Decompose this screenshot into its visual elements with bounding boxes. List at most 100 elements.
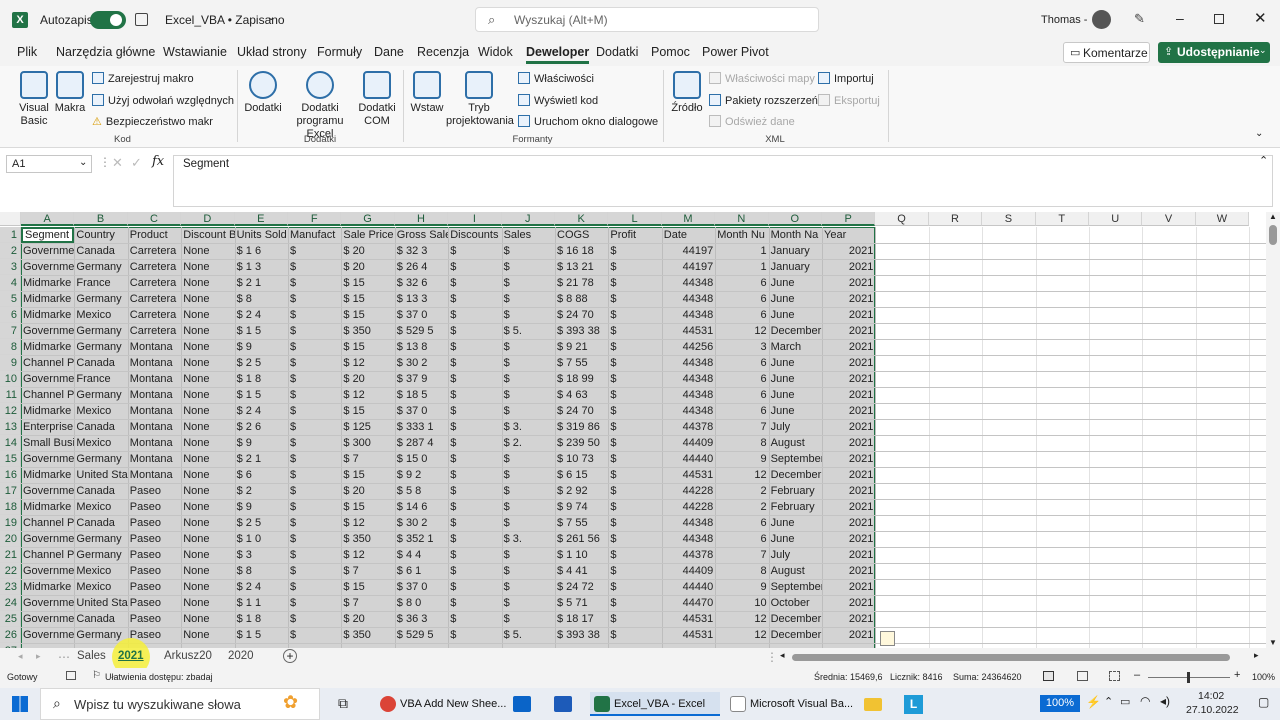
header-cell[interactable]: Month Nu bbox=[715, 227, 768, 243]
data-cell[interactable]: 44348 bbox=[662, 291, 715, 307]
data-cell[interactable]: 2021 bbox=[822, 451, 875, 467]
data-cell[interactable]: France bbox=[74, 371, 127, 387]
share-button[interactable]: ⇪ Udostępnianie ⌄ bbox=[1158, 42, 1270, 63]
data-cell[interactable]: Carretera bbox=[128, 243, 181, 259]
data-cell[interactable]: Montana bbox=[128, 371, 181, 387]
network-icon[interactable]: ▭ bbox=[1120, 695, 1130, 708]
data-cell[interactable]: None bbox=[181, 339, 234, 355]
data-cell[interactable]: $ bbox=[288, 435, 341, 451]
outlook-icon[interactable] bbox=[513, 696, 531, 712]
page-layout-icon[interactable] bbox=[1077, 671, 1088, 681]
header-cell[interactable]: Discount B bbox=[181, 227, 234, 243]
data-cell[interactable]: Germany bbox=[74, 451, 127, 467]
menu-pomoc[interactable]: Pomoc bbox=[651, 45, 690, 59]
menu-dodatki[interactable]: Dodatki bbox=[596, 45, 638, 59]
column-header[interactable]: I bbox=[448, 212, 502, 226]
data-cell[interactable]: $ 7 55 bbox=[555, 355, 608, 371]
data-cell[interactable]: $ bbox=[288, 595, 341, 611]
header-cell[interactable]: Discounts bbox=[448, 227, 501, 243]
data-cell[interactable]: $ 2. bbox=[502, 435, 555, 451]
data-cell[interactable]: Midmarke bbox=[21, 339, 74, 355]
data-cell[interactable]: $ 3. bbox=[502, 419, 555, 435]
row-header[interactable]: 11 bbox=[0, 387, 21, 403]
run-dialog-button[interactable]: Uruchom okno dialogowe bbox=[518, 115, 658, 128]
data-cell[interactable]: $ bbox=[608, 259, 661, 275]
save-icon[interactable] bbox=[135, 13, 148, 26]
row-header[interactable]: 23 bbox=[0, 579, 21, 595]
sum-value[interactable]: Suma: 24364620 bbox=[953, 672, 1022, 682]
data-cell[interactable]: $ bbox=[288, 387, 341, 403]
data-cell[interactable]: June bbox=[769, 307, 822, 323]
vertical-scrollbar[interactable]: ▲ ▼ bbox=[1266, 212, 1280, 648]
data-cell[interactable]: 12 bbox=[715, 467, 768, 483]
data-cell[interactable]: $ bbox=[288, 515, 341, 531]
data-cell[interactable]: 2021 bbox=[822, 275, 875, 291]
data-cell[interactable]: $ 15 bbox=[341, 275, 394, 291]
row-header[interactable]: 10 bbox=[0, 371, 21, 387]
data-cell[interactable]: $ 8 bbox=[235, 291, 288, 307]
average-value[interactable]: Średnia: 15469,6 bbox=[814, 672, 883, 682]
data-cell[interactable]: 44440 bbox=[662, 579, 715, 595]
data-cell[interactable]: 44378 bbox=[662, 547, 715, 563]
zoom-thumb[interactable] bbox=[1187, 672, 1190, 683]
record-macro-button[interactable]: Zarejestruj makro bbox=[92, 72, 194, 85]
data-cell[interactable]: $ 333 1 bbox=[395, 419, 448, 435]
data-cell[interactable]: Channel Pa bbox=[21, 355, 74, 371]
data-cell[interactable]: $ bbox=[502, 499, 555, 515]
data-cell[interactable]: $ 3 bbox=[235, 547, 288, 563]
data-cell[interactable]: $ bbox=[288, 323, 341, 339]
data-cell[interactable]: $ 7 bbox=[341, 451, 394, 467]
data-cell[interactable]: $ bbox=[502, 579, 555, 595]
header-cell[interactable]: Date bbox=[662, 227, 715, 243]
data-cell[interactable]: $ 350 bbox=[341, 531, 394, 547]
data-cell[interactable]: 44470 bbox=[662, 595, 715, 611]
data-cell[interactable]: $ bbox=[608, 419, 661, 435]
row-header[interactable]: 22 bbox=[0, 563, 21, 579]
scroll-down-icon[interactable]: ▼ bbox=[1269, 638, 1277, 647]
data-cell[interactable]: $ bbox=[448, 611, 501, 627]
data-cell[interactable]: $ 529 5 bbox=[395, 323, 448, 339]
data-cell[interactable]: 6 bbox=[715, 275, 768, 291]
clock-date[interactable]: 27.10.2022 bbox=[1186, 704, 1239, 716]
data-cell[interactable]: United Sta bbox=[74, 467, 127, 483]
data-cell[interactable]: 44228 bbox=[662, 483, 715, 499]
data-cell[interactable]: January bbox=[769, 259, 822, 275]
row-header[interactable]: 7 bbox=[0, 323, 21, 339]
data-cell[interactable]: Governme bbox=[21, 259, 74, 275]
data-cell[interactable]: June bbox=[769, 355, 822, 371]
taskbar-excel[interactable]: Excel_VBA - Excel bbox=[590, 692, 720, 716]
scroll-up-icon[interactable]: ▲ bbox=[1269, 212, 1277, 221]
header-cell[interactable]: Year bbox=[822, 227, 875, 243]
row-header[interactable]: 19 bbox=[0, 515, 21, 531]
data-cell[interactable]: 6 bbox=[715, 531, 768, 547]
data-cell[interactable]: Germany bbox=[74, 547, 127, 563]
data-cell[interactable]: $ bbox=[448, 531, 501, 547]
data-cell[interactable]: $ bbox=[502, 403, 555, 419]
row-header[interactable]: 16 bbox=[0, 467, 21, 483]
column-header[interactable]: E bbox=[234, 212, 288, 226]
data-cell[interactable]: 2021 bbox=[822, 563, 875, 579]
row-header[interactable]: 12 bbox=[0, 403, 21, 419]
data-cell[interactable]: February bbox=[769, 483, 822, 499]
data-cell[interactable]: Canada bbox=[74, 515, 127, 531]
data-cell[interactable]: October bbox=[769, 595, 822, 611]
row-header[interactable]: 1 bbox=[0, 227, 21, 243]
data-cell[interactable]: $ 37 0 bbox=[395, 579, 448, 595]
data-cell[interactable]: $ 37 0 bbox=[395, 307, 448, 323]
data-cell[interactable]: $ 2 4 bbox=[235, 307, 288, 323]
data-cell[interactable]: Paseo bbox=[128, 611, 181, 627]
next-sheet-icon[interactable]: ▸ bbox=[36, 651, 41, 662]
scroll-left-icon[interactable]: ◂ bbox=[780, 650, 785, 661]
data-cell[interactable]: 7 bbox=[715, 547, 768, 563]
column-header[interactable]: M bbox=[661, 212, 716, 226]
macro-record-icon[interactable] bbox=[66, 671, 76, 680]
data-cell[interactable]: $ 30 2 bbox=[395, 515, 448, 531]
data-cell[interactable]: 6 bbox=[715, 387, 768, 403]
data-cell[interactable]: $ bbox=[502, 307, 555, 323]
data-cell[interactable]: 2021 bbox=[822, 371, 875, 387]
data-cell[interactable]: $ 1 1 bbox=[235, 595, 288, 611]
accessibility-status[interactable]: Ułatwienia dostępu: zbadaj bbox=[105, 672, 213, 682]
data-cell[interactable]: $ 24 70 bbox=[555, 307, 608, 323]
data-cell[interactable]: 12 bbox=[715, 627, 768, 643]
data-cell[interactable]: $ bbox=[448, 419, 501, 435]
